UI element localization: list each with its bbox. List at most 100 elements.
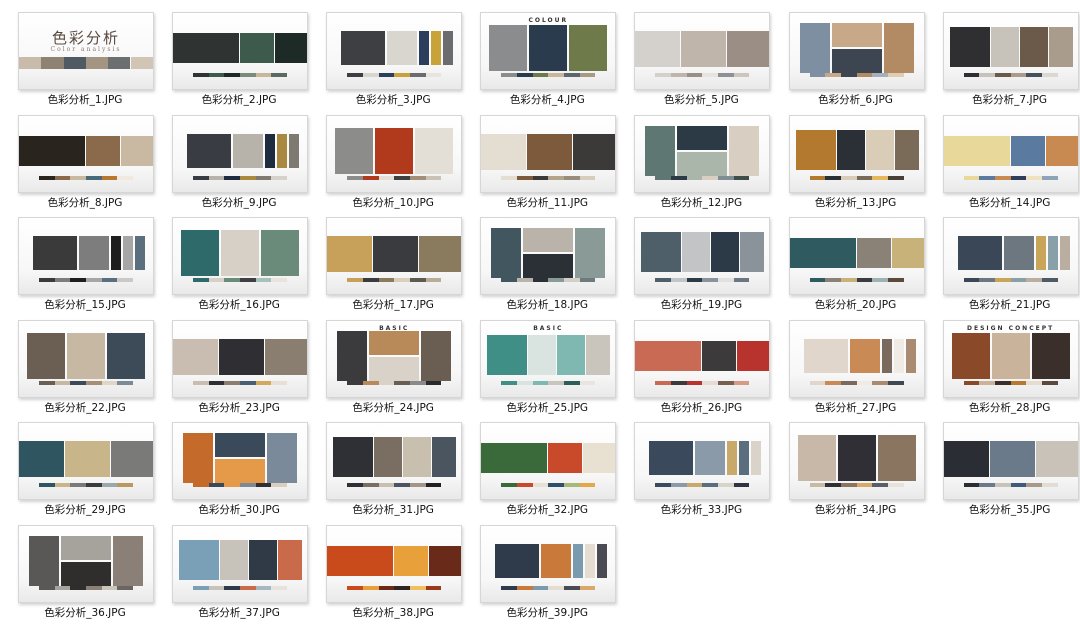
file-thumbnail[interactable] (788, 217, 925, 296)
file-name[interactable]: 色彩分析_30.JPG (161, 503, 317, 517)
file-item[interactable]: 色彩分析_26.JPG (633, 319, 787, 420)
file-item[interactable]: 色彩分析_8.JPG (17, 114, 171, 215)
file-item[interactable]: 色彩分析_10.JPG (325, 114, 479, 215)
file-thumbnail[interactable] (634, 319, 771, 398)
file-thumbnail[interactable] (788, 422, 925, 501)
file-item[interactable]: 色彩分析_22.JPG (17, 319, 171, 420)
file-name[interactable]: 色彩分析_7.JPG (932, 93, 1080, 107)
file-thumbnail[interactable] (480, 114, 617, 193)
file-name[interactable]: 色彩分析_24.JPG (315, 401, 471, 415)
file-thumbnail[interactable] (326, 422, 463, 501)
file-name[interactable]: 色彩分析_3.JPG (315, 93, 471, 107)
file-thumbnail[interactable] (18, 422, 154, 501)
file-thumbnail[interactable] (788, 12, 925, 90)
file-name[interactable]: 色彩分析_31.JPG (315, 503, 471, 517)
file-item[interactable]: 色彩分析_11.JPG (479, 114, 633, 215)
file-item[interactable]: 色彩分析_7.JPG (942, 12, 1080, 112)
file-thumbnail[interactable] (942, 217, 1079, 296)
file-thumbnail[interactable] (480, 422, 617, 501)
file-item[interactable]: BASIC 色彩分析_25.JPG (479, 319, 633, 420)
file-thumbnail[interactable] (172, 319, 309, 398)
file-name[interactable]: 色彩分析_26.JPG (623, 401, 779, 415)
file-item[interactable]: 色彩分析_31.JPG (325, 422, 479, 522)
file-thumbnail[interactable] (326, 217, 463, 296)
file-thumbnail[interactable] (788, 114, 925, 193)
file-name[interactable]: 色彩分析_38.JPG (315, 606, 471, 620)
file-name[interactable]: 色彩分析_35.JPG (932, 503, 1080, 517)
file-item[interactable]: 色彩分析_6.JPG (788, 12, 942, 112)
file-thumbnail[interactable] (18, 217, 154, 296)
file-item[interactable]: 色彩分析_3.JPG (325, 12, 479, 112)
file-item[interactable]: 色彩分析_16.JPG (171, 217, 325, 317)
file-name[interactable]: 色彩分析_2.JPG (161, 93, 317, 107)
file-item[interactable]: 色彩分析_21.JPG (942, 217, 1080, 317)
file-thumbnail[interactable] (942, 12, 1079, 90)
file-thumbnail[interactable] (634, 217, 771, 296)
file-thumbnail[interactable] (326, 525, 463, 603)
file-name[interactable]: 色彩分析_27.JPG (778, 401, 934, 415)
file-item[interactable]: 色彩分析_12.JPG (633, 114, 787, 215)
file-name[interactable]: 色彩分析_25.JPG (469, 401, 625, 415)
file-item[interactable]: 色彩分析_9.JPG (171, 114, 325, 215)
file-name[interactable]: 色彩分析_6.JPG (778, 93, 934, 107)
file-name[interactable]: 色彩分析_10.JPG (315, 196, 471, 210)
file-item[interactable]: 色彩分析_27.JPG (788, 319, 942, 420)
file-thumbnail[interactable] (634, 12, 771, 90)
file-thumbnail[interactable] (18, 525, 154, 603)
file-item[interactable]: 色彩分析_32.JPG (479, 422, 633, 522)
file-name[interactable]: 色彩分析_33.JPG (623, 503, 779, 517)
file-thumbnail[interactable] (634, 422, 771, 501)
file-item[interactable]: 色彩分析_30.JPG (171, 422, 325, 522)
file-thumbnail[interactable] (942, 422, 1079, 501)
file-thumbnail[interactable] (18, 114, 154, 193)
file-item[interactable]: 色彩分析_23.JPG (171, 319, 325, 420)
file-item[interactable]: 色彩分析_18.JPG (479, 217, 633, 317)
file-item[interactable]: 色彩分析_19.JPG (633, 217, 787, 317)
file-name[interactable]: 色彩分析_8.JPG (7, 196, 163, 210)
file-item[interactable]: 色彩分析_17.JPG (325, 217, 479, 317)
file-item[interactable]: 色彩分析_2.JPG (171, 12, 325, 112)
file-name[interactable]: 色彩分析_9.JPG (161, 196, 317, 210)
file-name[interactable]: 色彩分析_22.JPG (7, 401, 163, 415)
file-name[interactable]: 色彩分析_37.JPG (161, 606, 317, 620)
file-thumbnail[interactable]: BASIC (326, 319, 463, 398)
file-thumbnail[interactable] (18, 319, 154, 398)
file-name[interactable]: 色彩分析_5.JPG (623, 93, 779, 107)
file-name[interactable]: 色彩分析_11.JPG (469, 196, 625, 210)
file-item[interactable]: 色彩分析_5.JPG (633, 12, 787, 112)
file-item[interactable]: COLOUR 色彩分析_4.JPG (479, 12, 633, 112)
file-thumbnail[interactable] (172, 525, 309, 603)
file-thumbnail[interactable]: DESIGN CONCEPT (942, 319, 1079, 398)
file-thumbnail[interactable]: BASIC (480, 319, 617, 398)
file-name[interactable]: 色彩分析_18.JPG (469, 298, 625, 312)
file-name[interactable]: 色彩分析_39.JPG (469, 606, 625, 620)
file-item[interactable]: 色彩分析_37.JPG (171, 525, 325, 625)
file-item[interactable]: DESIGN CONCEPT 色彩分析_28.JPG (942, 319, 1080, 420)
file-thumbnail[interactable] (326, 12, 463, 90)
file-thumbnail[interactable] (788, 319, 925, 398)
file-name[interactable]: 色彩分析_28.JPG (932, 401, 1080, 415)
file-thumbnail[interactable] (172, 217, 309, 296)
file-thumbnail[interactable] (326, 114, 463, 193)
file-item[interactable]: 色彩分析_13.JPG (788, 114, 942, 215)
file-item[interactable]: 色彩分析_36.JPG (17, 525, 171, 625)
file-name[interactable]: 色彩分析_21.JPG (932, 298, 1080, 312)
file-item[interactable]: 色彩分析_15.JPG (17, 217, 171, 317)
file-thumbnail[interactable] (172, 422, 309, 501)
file-name[interactable]: 色彩分析_14.JPG (932, 196, 1080, 210)
file-item[interactable]: 色彩分析 Color analysis 色彩分析_1.JPG (17, 12, 171, 112)
file-name[interactable]: 色彩分析_1.JPG (7, 93, 163, 107)
file-item[interactable]: 色彩分析_33.JPG (633, 422, 787, 522)
file-item[interactable]: 色彩分析_14.JPG (942, 114, 1080, 215)
file-item[interactable]: 色彩分析_34.JPG (788, 422, 942, 522)
file-thumbnail[interactable] (480, 525, 617, 603)
file-thumbnail[interactable] (634, 114, 771, 193)
file-thumbnail[interactable] (942, 114, 1079, 193)
file-name[interactable]: 色彩分析_32.JPG (469, 503, 625, 517)
file-thumbnail[interactable] (480, 217, 617, 296)
file-name[interactable]: 色彩分析_13.JPG (778, 196, 934, 210)
file-name[interactable]: 色彩分析_16.JPG (161, 298, 317, 312)
file-name[interactable]: 色彩分析_34.JPG (778, 503, 934, 517)
file-thumbnail[interactable]: 色彩分析 Color analysis (18, 12, 154, 90)
file-item[interactable]: 色彩分析_29.JPG (17, 422, 171, 522)
